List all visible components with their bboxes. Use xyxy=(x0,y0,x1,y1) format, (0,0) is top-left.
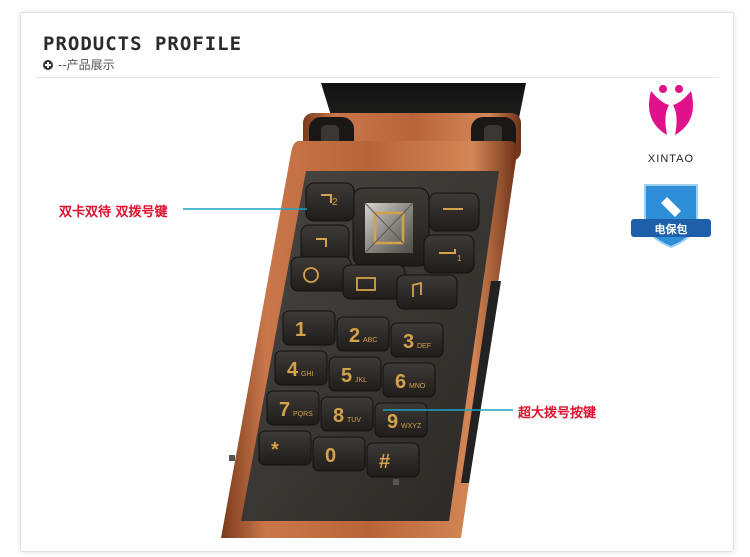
key-3[interactable] xyxy=(390,322,444,358)
key-5[interactable] xyxy=(328,356,382,392)
key-digit: # xyxy=(379,451,390,473)
key-digit: 4 xyxy=(287,359,299,381)
key-letters: GHI xyxy=(301,371,314,378)
key-letters: PQRS xyxy=(293,411,313,418)
key-letters: DEF xyxy=(417,343,431,350)
phone-image: 1 2 ABC 3 DEF4 GHI 5 JKL 6 MNO7 PQRS 8 TUV 9 WXYZ* 0 #21 xyxy=(183,83,711,538)
key-digit: 9 xyxy=(387,411,398,433)
sim1-call-key-label: 1 xyxy=(457,254,462,263)
key-8[interactable] xyxy=(320,396,374,432)
key-digit: 5 xyxy=(341,365,352,387)
warranty-shield-icon xyxy=(631,184,711,249)
key-7[interactable] xyxy=(266,390,320,426)
callout-big-keys: 超大拨号按键 xyxy=(518,406,597,421)
key-digit: 8 xyxy=(333,405,344,427)
key-digit: * xyxy=(271,439,279,461)
key-hash[interactable] xyxy=(366,442,420,478)
key-4[interactable] xyxy=(274,350,328,386)
sim2-call-key-label: 2 xyxy=(332,197,338,208)
callout-dual-sim: 双卡双待 双拨号键 xyxy=(59,205,168,220)
key-digit: 0 xyxy=(325,445,336,467)
key-1[interactable] xyxy=(282,310,336,346)
key-digit: 2 xyxy=(349,325,360,347)
key-6[interactable] xyxy=(382,362,436,398)
key-letters: TUV xyxy=(347,417,361,424)
key-star[interactable] xyxy=(258,430,312,466)
key-letters: ABC xyxy=(363,337,377,344)
key-digit: 7 xyxy=(279,399,290,421)
key-letters: JKL xyxy=(355,377,367,384)
key-digit: 3 xyxy=(403,331,414,353)
product-panel: PRODUCTS PROFILE --产品展示 1 2 ABC 3 DEF 4 … xyxy=(20,12,734,552)
xintao-logo-icon xyxy=(649,85,693,135)
key-digit: 1 xyxy=(295,319,306,341)
warranty-badge-text: 电保包 xyxy=(654,223,688,236)
key-letters: WXYZ xyxy=(401,423,422,430)
brand-name: XINTAO xyxy=(647,153,695,165)
key-digit: 6 xyxy=(395,371,406,393)
key-letters: MNO xyxy=(409,383,426,390)
key-9[interactable] xyxy=(374,402,428,438)
key-0[interactable] xyxy=(312,436,366,472)
key-2[interactable] xyxy=(336,316,390,352)
